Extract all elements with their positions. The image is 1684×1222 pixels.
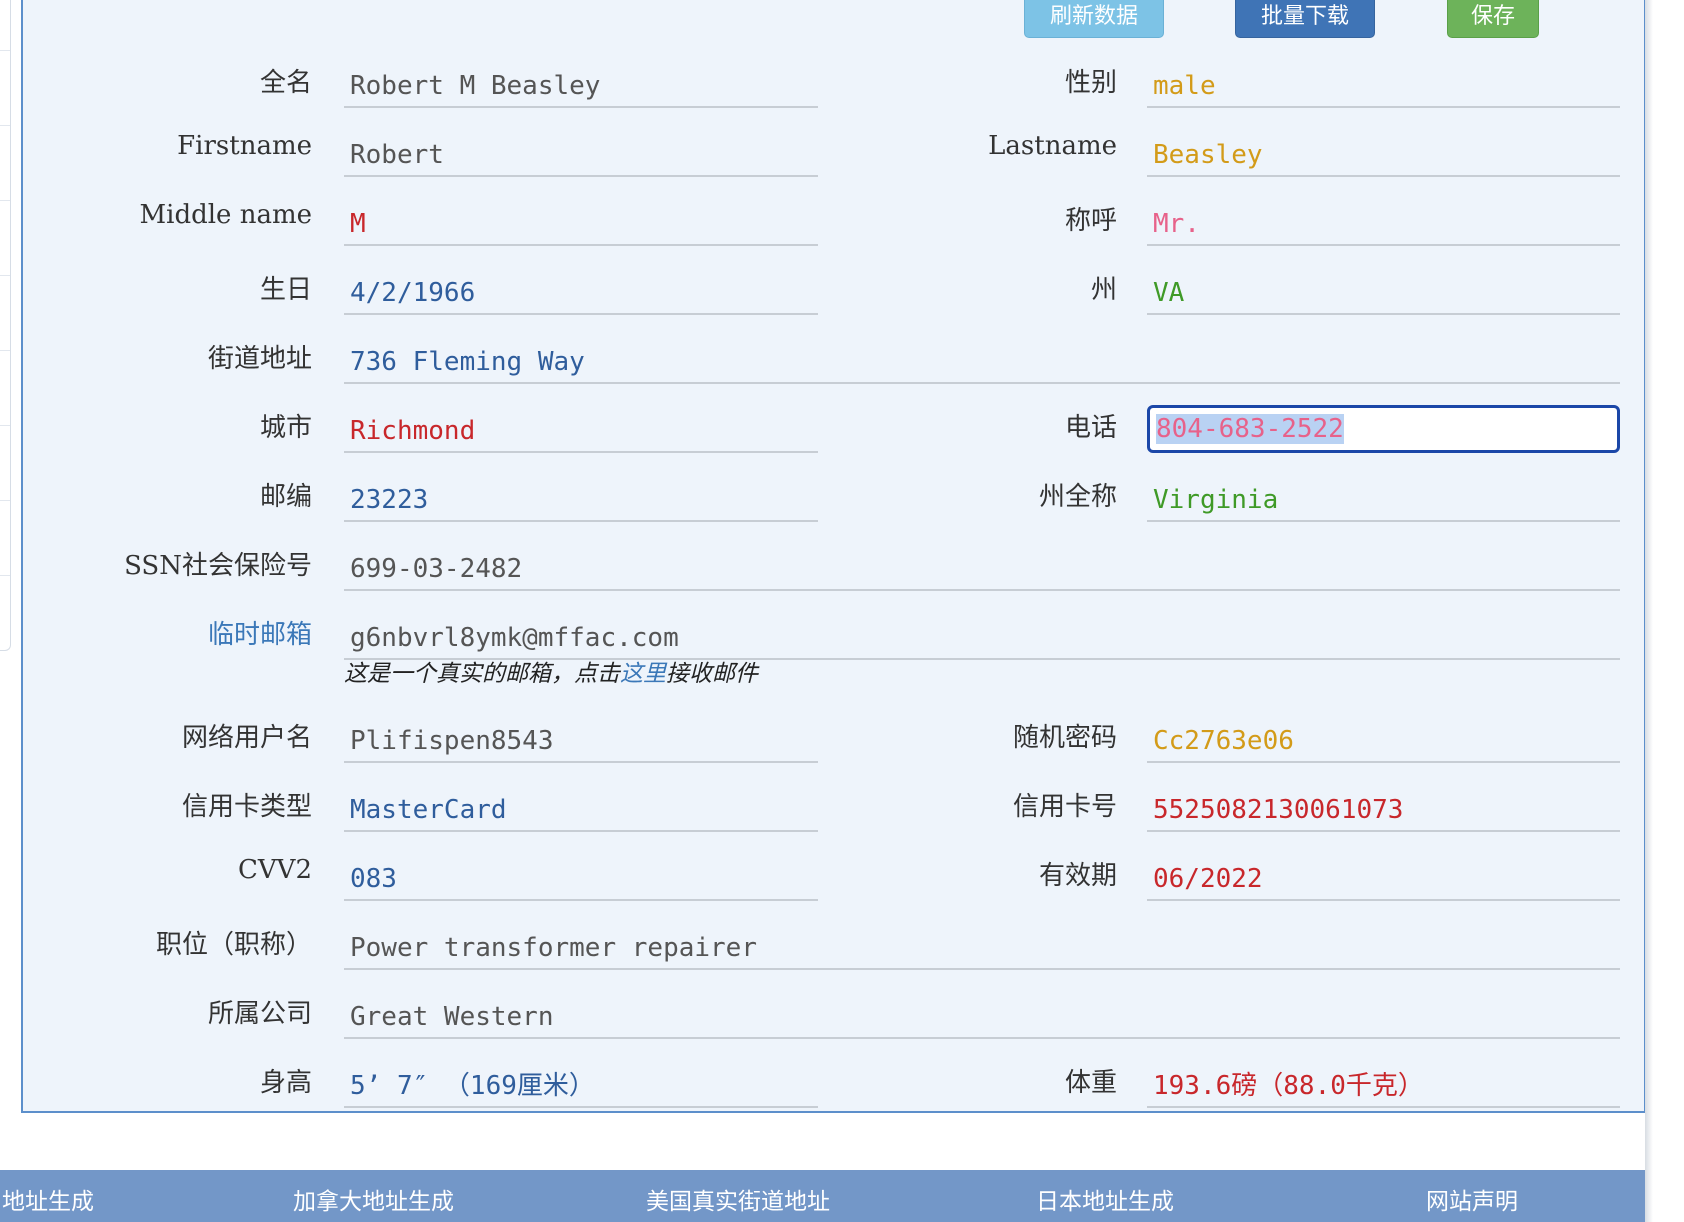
street-label: 街道地址 [207,344,312,374]
lastname-field[interactable]: Beasley [1147,133,1620,177]
city-field[interactable]: Richmond [344,409,818,453]
cvv2-field[interactable]: 083 [344,857,818,901]
company-field[interactable]: Great Western [344,995,1620,1039]
expiry-label: 有效期 [1038,861,1117,891]
email-receive-link[interactable]: 这里 [620,661,666,687]
footer-link-japan-address[interactable]: 日本地址生成 [1036,1182,1174,1216]
city-label: 城市 [259,413,312,443]
zip-label: 邮编 [259,482,312,512]
birthday-field[interactable]: 4/2/1966 [344,271,818,315]
card-type-label: 信用卡类型 [181,792,312,822]
phone-label: 电话 [1064,413,1117,443]
weight-label: 体重 [1064,1068,1117,1098]
full-name-field[interactable]: Robert M Beasley [344,64,818,108]
card-number-label: 信用卡号 [1012,792,1117,822]
temp-email-link[interactable]: 临时邮箱 [72,614,312,651]
identity-panel: 刷新数据 批量下载 保存 全名 Robert M Beasley 性别 male… [21,0,1646,1113]
middle-name-label: Middle name [139,200,312,230]
cvv2-label: CVV2 [238,855,312,885]
gender-field[interactable]: male [1147,64,1620,108]
expiry-field[interactable]: 06/2022 [1147,857,1620,901]
password-label: 随机密码 [1012,723,1117,753]
middle-name-field[interactable]: M [344,202,818,246]
footer-nav: 地址生成 加拿大地址生成 美国真实街道地址 日本地址生成 网站声明 [0,1170,1645,1222]
state-label: 州 [1090,275,1117,305]
card-number-field[interactable]: 5525082130061073 [1147,788,1620,832]
batch-download-button[interactable]: 批量下载 [1235,0,1375,38]
zip-field[interactable]: 23223 [344,478,818,522]
height-label: 身高 [259,1068,312,1098]
username-field[interactable]: Plifispen8543 [344,719,818,763]
title-field[interactable]: Mr. [1147,202,1620,246]
card-type-field[interactable]: MasterCard [344,788,818,832]
title-label: 称呼 [1064,206,1117,236]
page-edge-shadow [1645,0,1653,1222]
password-field[interactable]: Cc2763e06 [1147,719,1620,763]
phone-value: 804-683-2522 [1156,414,1344,444]
footer-link-us-street-address[interactable]: 美国真实街道地址 [646,1182,830,1216]
weight-field[interactable]: 193.6磅（88.0千克） [1147,1064,1620,1108]
height-field[interactable]: 5’ 7″ （169厘米） [344,1064,818,1108]
sidebar-edge [0,0,11,651]
email-note: 这是一个真实的邮箱，点击这里接收邮件 [344,654,758,688]
ssn-field[interactable]: 699-03-2482 [344,547,1620,591]
refresh-data-button[interactable]: 刷新数据 [1024,0,1164,38]
firstname-field[interactable]: Robert [344,133,818,177]
birthday-label: 生日 [259,275,312,305]
firstname-label: Firstname [177,131,312,161]
phone-field[interactable]: 804-683-2522 [1147,405,1620,453]
company-label: 所属公司 [207,999,312,1029]
state-full-label: 州全称 [1038,482,1117,512]
state-field[interactable]: VA [1147,271,1620,315]
ssn-label: SSN社会保险号 [124,551,312,581]
save-button[interactable]: 保存 [1447,0,1539,38]
gender-label: 性别 [1064,68,1117,98]
lastname-label: Lastname [988,131,1117,161]
street-field[interactable]: 736 Fleming Way [344,340,1620,384]
occupation-field[interactable]: Power transformer repairer [344,926,1620,970]
footer-link-disclaimer[interactable]: 网站声明 [1426,1182,1518,1216]
username-label: 网络用户名 [181,723,312,753]
email-note-suffix: 接收邮件 [666,661,758,687]
state-full-field[interactable]: Virginia [1147,478,1620,522]
footer-link-canada-address[interactable]: 加拿大地址生成 [293,1182,454,1216]
full-name-label: 全名 [259,68,312,98]
email-note-prefix: 这是一个真实的邮箱，点击 [344,661,620,687]
occupation-label: 职位（职称） [155,930,312,960]
footer-link-address-gen[interactable]: 地址生成 [2,1182,94,1216]
